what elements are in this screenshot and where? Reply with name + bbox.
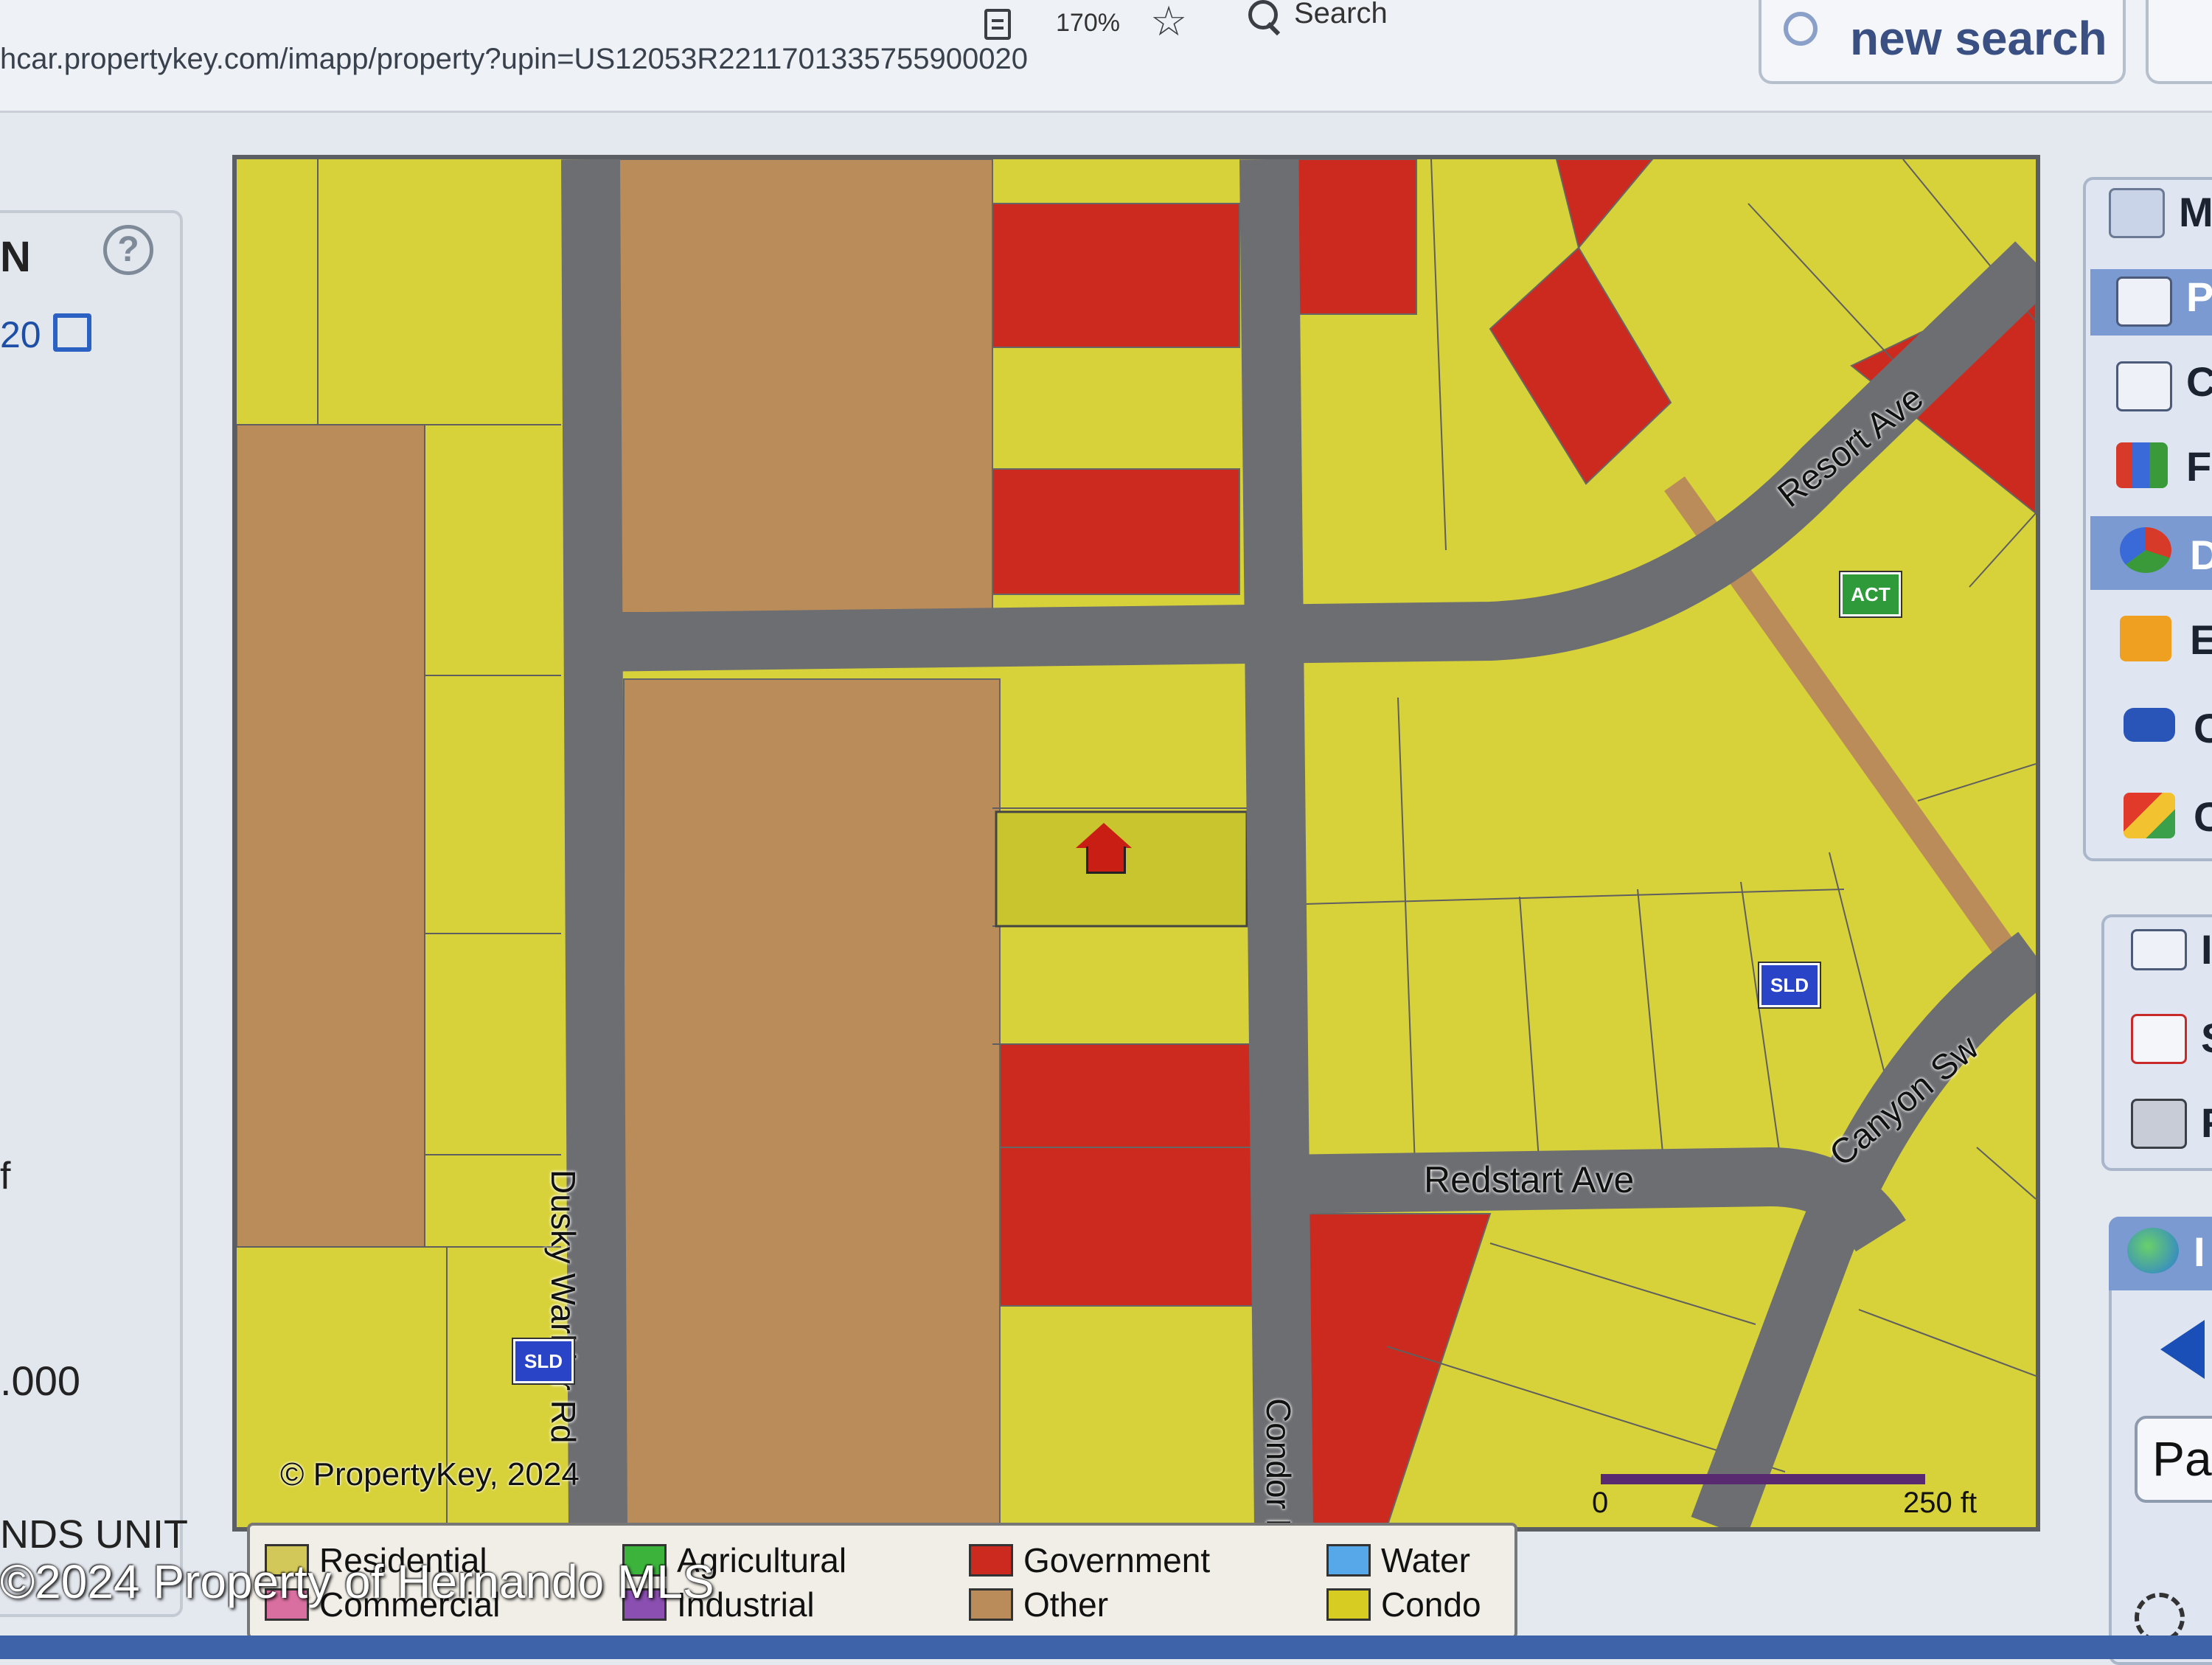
parcel-other: [623, 678, 1001, 1527]
address-bar[interactable]: hcar.propertykey.com/imapp/property?upin…: [0, 43, 1028, 76]
legend-item: Water: [1326, 1540, 1470, 1579]
flag-label: SLD: [1770, 974, 1809, 996]
parcel-map[interactable]: Dusky Warbler Rd Condor Rd Resort Ave Re…: [232, 155, 2040, 1562]
browser-toolbar: hcar.propertykey.com/imapp/property?upin…: [0, 0, 2212, 113]
legend-label: Government: [1023, 1541, 1211, 1579]
new-search-button[interactable]: new search: [1759, 0, 2126, 84]
map-pin-icon[interactable]: [2124, 793, 2175, 838]
legend-swatch: [1326, 1544, 1371, 1577]
globe-chart-icon[interactable]: [2120, 527, 2171, 573]
tool-label[interactable]: S: [2201, 1014, 2212, 1062]
parcel-other: [237, 424, 425, 1248]
tool-label[interactable]: M: [2179, 188, 2212, 236]
tool-label[interactable]: C: [2194, 793, 2212, 841]
parcel-government: [992, 468, 1240, 595]
parcel-government: [1298, 159, 1417, 315]
panel-text-fragment: f: [0, 1155, 11, 1198]
external-link-icon[interactable]: [53, 313, 91, 352]
new-search-label: new search: [1850, 12, 2107, 65]
listing-flag-active[interactable]: ACT: [1840, 572, 1901, 616]
legend-item: Condo: [1326, 1585, 1481, 1624]
print-icon[interactable]: [2131, 1099, 2187, 1149]
listing-flag-sold[interactable]: SLD: [513, 1339, 574, 1383]
flag-label: SLD: [524, 1350, 563, 1372]
legend-label: Other: [1023, 1585, 1109, 1624]
parcel-button-label: Par: [2152, 1431, 2212, 1486]
listing-flag-sold[interactable]: SLD: [1759, 963, 1820, 1007]
mls-watermark: ©2024 Property of Hernando MLS: [0, 1555, 714, 1608]
legend-item: Government: [969, 1540, 1210, 1579]
tool-label[interactable]: P: [2186, 273, 2212, 321]
map-copyright: © PropertyKey, 2024: [280, 1456, 580, 1492]
property-card-icon[interactable]: [2116, 277, 2172, 327]
map-canvas[interactable]: [237, 159, 2036, 1527]
flag-label: ACT: [1851, 583, 1891, 605]
scale-end-label: 250 ft: [1903, 1487, 1978, 1519]
help-icon[interactable]: ?: [103, 225, 153, 275]
panel-heading: N: [0, 233, 31, 281]
legend-swatch: [1326, 1588, 1371, 1621]
tool-label[interactable]: D: [2190, 531, 2212, 579]
email-icon[interactable]: [2131, 929, 2187, 970]
subject-house-body: [1086, 847, 1126, 874]
search-icon[interactable]: [1248, 0, 1278, 29]
tool-label[interactable]: I: [2194, 1228, 2205, 1276]
tool-label[interactable]: E: [2190, 616, 2212, 664]
tool-label[interactable]: F: [2201, 1099, 2212, 1147]
parcel-government: [992, 203, 1240, 348]
magnifier-icon: [1784, 12, 1818, 46]
legend-label: Condo: [1381, 1585, 1481, 1624]
street-label-dusky: Dusky Warbler Rd: [544, 1169, 582, 1444]
parcel-government: [999, 1147, 1255, 1307]
comparable-icon[interactable]: [2116, 361, 2172, 411]
bar-chart-icon[interactable]: [2116, 442, 2168, 488]
zoom-level[interactable]: 170%: [1056, 9, 1120, 38]
legend-swatch: [969, 1544, 1013, 1577]
legend-swatch: [969, 1588, 1013, 1621]
tool-label[interactable]: C: [2194, 704, 2212, 752]
panel-price-fragment: .000: [0, 1358, 80, 1404]
panel-subdivision-fragment: NDS UNIT: [0, 1512, 188, 1557]
subject-house-marker[interactable]: [1076, 823, 1132, 848]
bing-icon[interactable]: [2120, 616, 2171, 661]
car-icon[interactable]: [2124, 708, 2175, 742]
search-label[interactable]: Search: [1294, 0, 1388, 30]
property-info-panel: [0, 210, 183, 1617]
scale-start-label: 0: [1592, 1487, 1609, 1519]
tool-label[interactable]: C: [2186, 358, 2212, 406]
reader-view-icon[interactable]: [984, 9, 1011, 40]
legend-item: Other: [969, 1585, 1108, 1624]
legend-label: Water: [1381, 1541, 1470, 1579]
folder-button[interactable]: [2146, 0, 2212, 84]
panel-link[interactable]: 20: [0, 313, 41, 356]
globe-icon[interactable]: [2127, 1228, 2179, 1273]
bookmark-star-icon[interactable]: ☆: [1150, 0, 1187, 46]
back-arrow-icon[interactable]: [2160, 1320, 2205, 1379]
tool-label[interactable]: F: [2186, 442, 2211, 490]
parcel-other: [616, 159, 993, 613]
street-label-redstart: Redstart Ave: [1424, 1159, 1635, 1200]
tool-label[interactable]: I: [2201, 925, 2212, 973]
bottom-bar: [0, 1636, 2212, 1659]
pdf-icon[interactable]: [2131, 1014, 2187, 1064]
home-icon[interactable]: [2109, 188, 2165, 238]
parcel-button[interactable]: Par: [2135, 1416, 2212, 1503]
